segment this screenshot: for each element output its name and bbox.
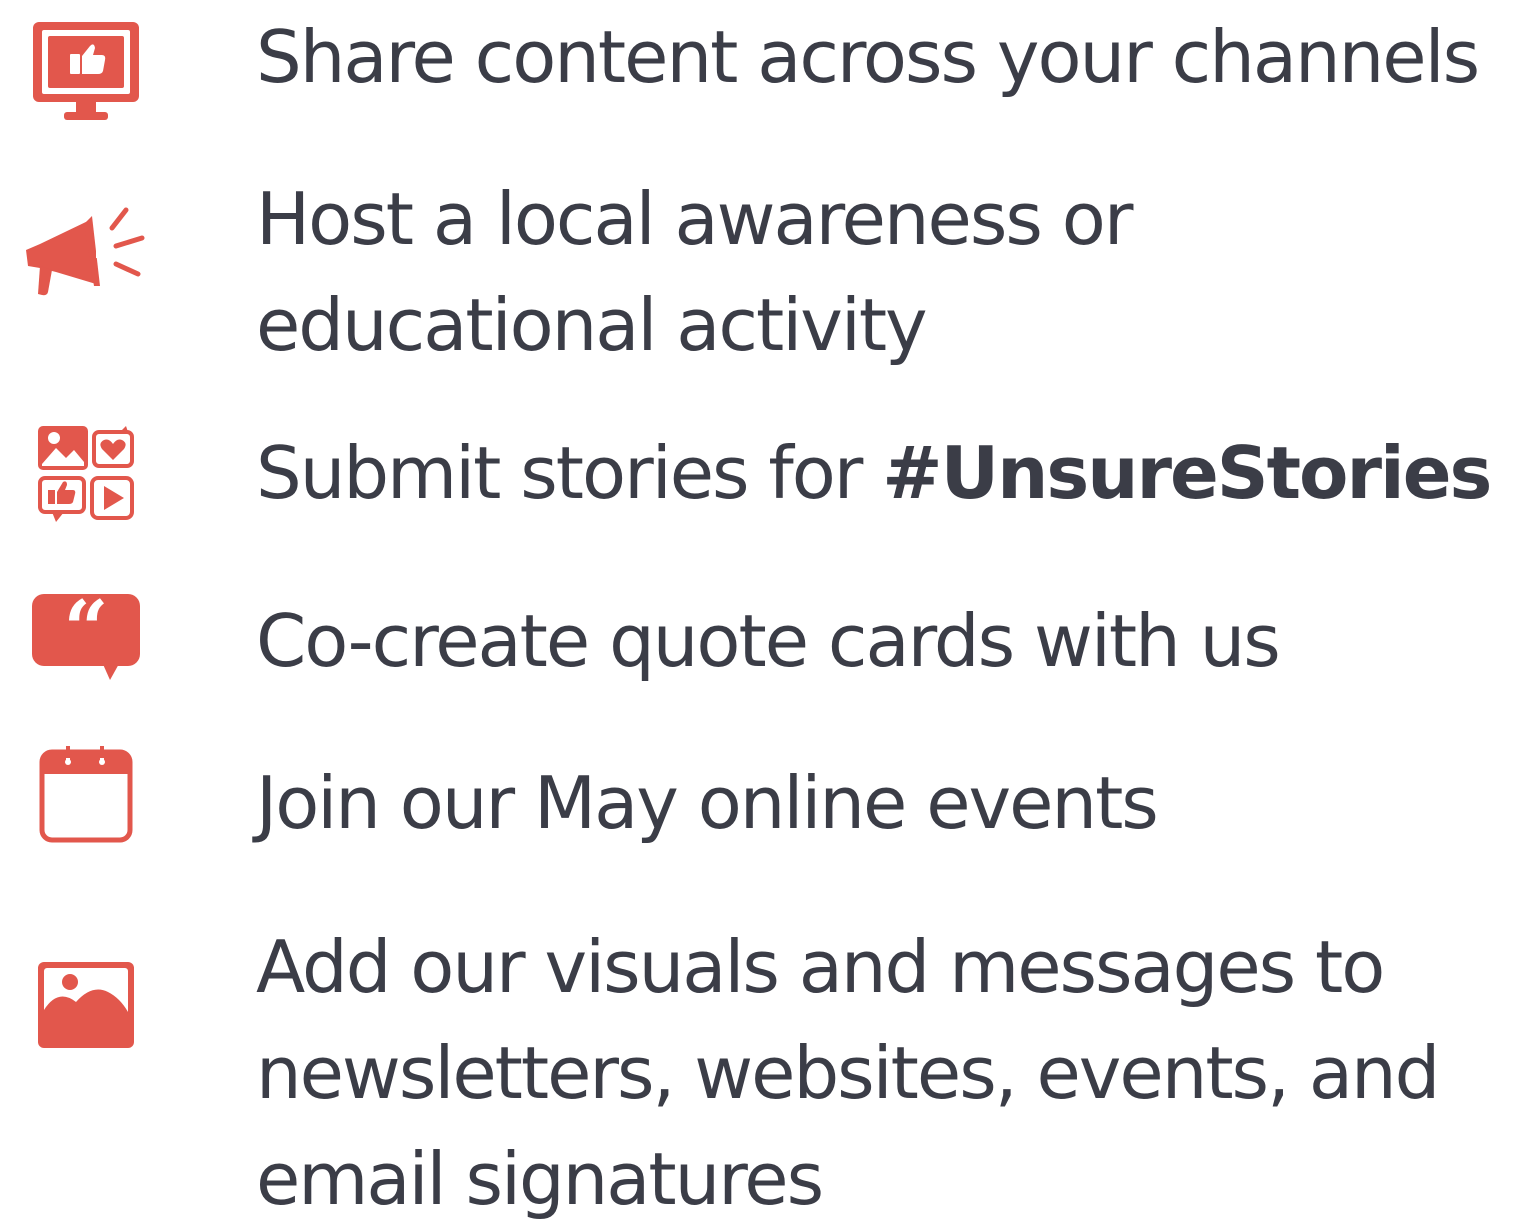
megaphone-icon bbox=[22, 200, 146, 300]
calendar-icon bbox=[38, 744, 134, 844]
item-line: email signatures bbox=[256, 1137, 824, 1221]
quote-bubble-icon: “ bbox=[30, 590, 142, 682]
item-line: Co-create quote cards with us bbox=[256, 599, 1281, 683]
item-line: newsletters, websites, events, and bbox=[256, 1031, 1440, 1115]
item-text: Add our visuals and messages to newslett… bbox=[256, 914, 1516, 1232]
item-text: Join our May online events bbox=[256, 750, 1516, 856]
item-text-regular: Submit stories for bbox=[256, 431, 883, 515]
item-line: Host a local awareness or bbox=[256, 177, 1133, 261]
item-line: educational activity bbox=[256, 283, 928, 367]
hashtag-text: #UnsureStories bbox=[882, 431, 1492, 515]
social-media-grid-icon bbox=[36, 424, 136, 524]
monitor-thumbs-up-icon bbox=[30, 10, 142, 122]
item-line: Join our May online events bbox=[256, 761, 1159, 845]
item-line: Submit stories for #UnsureStories bbox=[256, 420, 1516, 526]
item-text: Share content across your channels bbox=[256, 4, 1516, 110]
image-icon bbox=[36, 958, 136, 1050]
item-text: Submit stories for #UnsureStories bbox=[256, 420, 1516, 526]
item-line: Share content across your channels bbox=[256, 15, 1480, 99]
item-text: Co-create quote cards with us bbox=[256, 588, 1516, 694]
svg-text:“: “ bbox=[64, 590, 109, 675]
item-text: Host a local awareness or educational ac… bbox=[256, 166, 1516, 378]
item-line: Add our visuals and messages to bbox=[256, 925, 1385, 1009]
